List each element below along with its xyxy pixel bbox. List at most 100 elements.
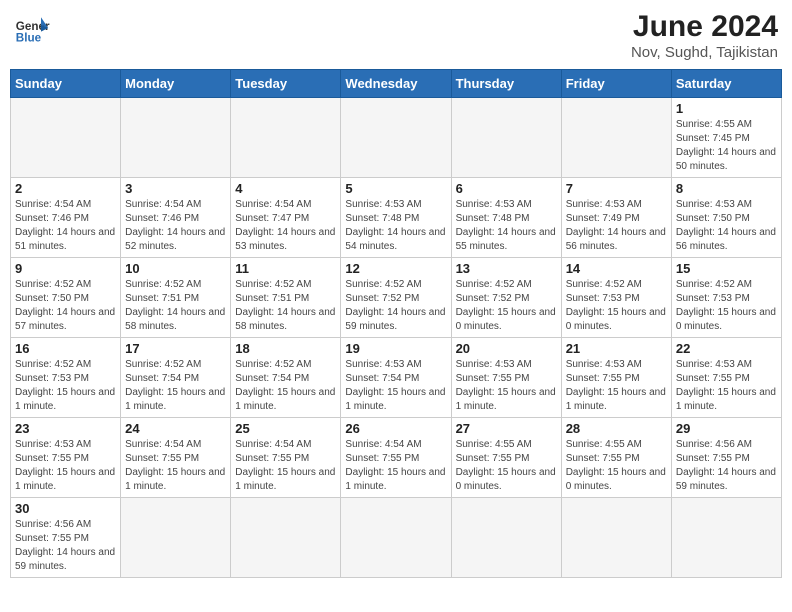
day-info: Sunrise: 4:54 AM Sunset: 7:46 PM Dayligh… (15, 198, 116, 254)
day-info: Sunrise: 4:56 AM Sunset: 7:55 PM Dayligh… (15, 518, 116, 574)
day-cell (231, 98, 341, 178)
header: General Blue June 2024 Nov, Sughd, Tajik… (10, 10, 782, 61)
day-cell (451, 498, 561, 578)
day-number: 5 (345, 181, 446, 196)
day-cell: 29Sunrise: 4:56 AM Sunset: 7:55 PM Dayli… (671, 418, 781, 498)
day-number: 7 (566, 181, 667, 196)
day-number: 8 (676, 181, 777, 196)
weekday-sunday: Sunday (11, 70, 121, 98)
day-info: Sunrise: 4:53 AM Sunset: 7:55 PM Dayligh… (456, 358, 557, 414)
weekday-header-row: SundayMondayTuesdayWednesdayThursdayFrid… (11, 70, 782, 98)
calendar-title: June 2024 (631, 10, 778, 44)
day-cell: 23Sunrise: 4:53 AM Sunset: 7:55 PM Dayli… (11, 418, 121, 498)
day-cell: 13Sunrise: 4:52 AM Sunset: 7:52 PM Dayli… (451, 258, 561, 338)
day-info: Sunrise: 4:54 AM Sunset: 7:55 PM Dayligh… (345, 438, 446, 494)
day-info: Sunrise: 4:52 AM Sunset: 7:54 PM Dayligh… (235, 358, 336, 414)
day-number: 6 (456, 181, 557, 196)
day-number: 17 (125, 341, 226, 356)
week-row-5: 30 Sunrise: 4:56 AM Sunset: 7:55 PM Dayli… (11, 498, 782, 578)
day-cell (121, 98, 231, 178)
day-number: 1 (676, 101, 777, 116)
day-info: Sunrise: 4:54 AM Sunset: 7:46 PM Dayligh… (125, 198, 226, 254)
day-cell: 14 Sunrise: 4:52 AM Sunset: 7:53 PM Dayli… (561, 258, 671, 338)
weekday-monday: Monday (121, 70, 231, 98)
day-cell: 30 Sunrise: 4:56 AM Sunset: 7:55 PM Dayli… (11, 498, 121, 578)
day-info: Sunrise: 4:52 AM Sunset: 7:54 PM Dayligh… (125, 358, 226, 414)
day-cell: 24 Sunrise: 4:54 AM Sunset: 7:55 PM Dayli… (121, 418, 231, 498)
day-info: Sunrise: 4:53 AM Sunset: 7:50 PM Dayligh… (676, 198, 777, 254)
day-number: 25 (235, 421, 336, 436)
day-number: 19 (345, 341, 446, 356)
day-number: 27 (456, 421, 557, 436)
day-info: Sunrise: 4:52 AM Sunset: 7:50 PM Dayligh… (15, 278, 116, 334)
day-info: Sunrise: 4:52 AM Sunset: 7:51 PM Dayligh… (125, 278, 226, 334)
day-number: 14 (566, 261, 667, 276)
day-info: Sunrise: 4:53 AM Sunset: 7:54 PM Dayligh… (345, 358, 446, 414)
day-cell: 18Sunrise: 4:52 AM Sunset: 7:54 PM Dayli… (231, 338, 341, 418)
weekday-friday: Friday (561, 70, 671, 98)
day-cell (561, 498, 671, 578)
day-cell: 8 Sunrise: 4:53 AM Sunset: 7:50 PM Daylig… (671, 178, 781, 258)
day-number: 11 (235, 261, 336, 276)
day-number: 12 (345, 261, 446, 276)
day-cell: 6 Sunrise: 4:53 AM Sunset: 7:48 PM Daylig… (451, 178, 561, 258)
day-cell: 28Sunrise: 4:55 AM Sunset: 7:55 PM Dayli… (561, 418, 671, 498)
day-cell: 12 Sunrise: 4:52 AM Sunset: 7:52 PM Dayli… (341, 258, 451, 338)
day-info: Sunrise: 4:52 AM Sunset: 7:53 PM Dayligh… (15, 358, 116, 414)
day-number: 30 (15, 501, 116, 516)
day-number: 29 (676, 421, 777, 436)
day-info: Sunrise: 4:53 AM Sunset: 7:55 PM Dayligh… (566, 358, 667, 414)
day-number: 2 (15, 181, 116, 196)
day-number: 22 (676, 341, 777, 356)
day-cell: 11 Sunrise: 4:52 AM Sunset: 7:51 PM Dayli… (231, 258, 341, 338)
day-info: Sunrise: 4:55 AM Sunset: 7:55 PM Dayligh… (456, 438, 557, 494)
day-cell: 5 Sunrise: 4:53 AM Sunset: 7:48 PM Daylig… (341, 178, 451, 258)
day-info: Sunrise: 4:52 AM Sunset: 7:51 PM Dayligh… (235, 278, 336, 334)
title-block: June 2024 Nov, Sughd, Tajikistan (631, 10, 778, 61)
day-cell (11, 98, 121, 178)
day-cell: 16 Sunrise: 4:52 AM Sunset: 7:53 PM Dayli… (11, 338, 121, 418)
day-cell: 19 Sunrise: 4:53 AM Sunset: 7:54 PM Dayli… (341, 338, 451, 418)
day-cell (121, 498, 231, 578)
week-row-4: 23Sunrise: 4:53 AM Sunset: 7:55 PM Dayli… (11, 418, 782, 498)
day-cell: 7Sunrise: 4:53 AM Sunset: 7:49 PM Daylig… (561, 178, 671, 258)
day-cell: 22 Sunrise: 4:53 AM Sunset: 7:55 PM Dayli… (671, 338, 781, 418)
day-number: 20 (456, 341, 557, 356)
day-cell (341, 498, 451, 578)
day-number: 28 (566, 421, 667, 436)
day-cell: 27 Sunrise: 4:55 AM Sunset: 7:55 PM Dayli… (451, 418, 561, 498)
day-cell: 9Sunrise: 4:52 AM Sunset: 7:50 PM Daylig… (11, 258, 121, 338)
day-info: Sunrise: 4:53 AM Sunset: 7:48 PM Dayligh… (345, 198, 446, 254)
day-number: 23 (15, 421, 116, 436)
weekday-saturday: Saturday (671, 70, 781, 98)
day-cell (671, 498, 781, 578)
day-cell: 3Sunrise: 4:54 AM Sunset: 7:46 PM Daylig… (121, 178, 231, 258)
svg-text:Blue: Blue (16, 32, 42, 45)
day-info: Sunrise: 4:52 AM Sunset: 7:52 PM Dayligh… (345, 278, 446, 334)
day-info: Sunrise: 4:52 AM Sunset: 7:53 PM Dayligh… (566, 278, 667, 334)
day-number: 26 (345, 421, 446, 436)
day-number: 16 (15, 341, 116, 356)
day-info: Sunrise: 4:52 AM Sunset: 7:53 PM Dayligh… (676, 278, 777, 334)
day-number: 15 (676, 261, 777, 276)
logo: General Blue (14, 10, 50, 46)
day-cell: 17 Sunrise: 4:52 AM Sunset: 7:54 PM Dayli… (121, 338, 231, 418)
day-cell (451, 98, 561, 178)
week-row-2: 9Sunrise: 4:52 AM Sunset: 7:50 PM Daylig… (11, 258, 782, 338)
day-info: Sunrise: 4:53 AM Sunset: 7:48 PM Dayligh… (456, 198, 557, 254)
week-row-3: 16 Sunrise: 4:52 AM Sunset: 7:53 PM Dayli… (11, 338, 782, 418)
day-info: Sunrise: 4:54 AM Sunset: 7:47 PM Dayligh… (235, 198, 336, 254)
day-cell: 4Sunrise: 4:54 AM Sunset: 7:47 PM Daylig… (231, 178, 341, 258)
day-info: Sunrise: 4:54 AM Sunset: 7:55 PM Dayligh… (235, 438, 336, 494)
day-number: 24 (125, 421, 226, 436)
day-info: Sunrise: 4:54 AM Sunset: 7:55 PM Dayligh… (125, 438, 226, 494)
day-cell: 26 Sunrise: 4:54 AM Sunset: 7:55 PM Dayli… (341, 418, 451, 498)
weekday-wednesday: Wednesday (341, 70, 451, 98)
weekday-thursday: Thursday (451, 70, 561, 98)
week-row-1: 2 Sunrise: 4:54 AM Sunset: 7:46 PM Daylig… (11, 178, 782, 258)
day-cell: 20 Sunrise: 4:53 AM Sunset: 7:55 PM Dayli… (451, 338, 561, 418)
day-info: Sunrise: 4:53 AM Sunset: 7:55 PM Dayligh… (676, 358, 777, 414)
week-row-0: 1Sunrise: 4:55 AM Sunset: 7:45 PM Daylig… (11, 98, 782, 178)
calendar-table: SundayMondayTuesdayWednesdayThursdayFrid… (10, 69, 782, 578)
logo-icon: General Blue (14, 10, 50, 46)
